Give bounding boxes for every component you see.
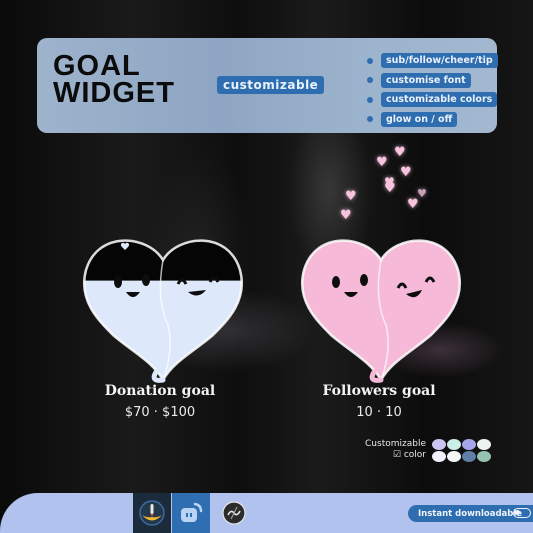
feature-item: customise font bbox=[367, 71, 498, 91]
feature-item: glow on / off bbox=[367, 110, 498, 130]
feature-list: sub/follow/cheer/tip customise font cust… bbox=[367, 51, 498, 129]
streamlabs-button[interactable] bbox=[133, 493, 171, 533]
donation-goal-value: $70 · $100 bbox=[124, 405, 196, 420]
heart-particle-icon: ♥ bbox=[394, 145, 406, 160]
color-swatches bbox=[432, 439, 491, 463]
bullet-icon bbox=[367, 96, 373, 103]
donation-goal-label: Donation goal bbox=[104, 383, 216, 399]
color-swatch[interactable] bbox=[477, 451, 491, 462]
color-swatch[interactable] bbox=[432, 451, 446, 462]
heart-particle-icon: ♥ bbox=[384, 175, 395, 189]
color-swatch[interactable] bbox=[447, 451, 461, 462]
ghost-eye bbox=[114, 276, 122, 288]
obs-button[interactable] bbox=[214, 493, 254, 533]
bullet-icon bbox=[367, 116, 373, 123]
feature-chip: sub/follow/cheer/tip bbox=[381, 53, 498, 69]
header-panel: GOAL WIDGET customizable sub/follow/chee… bbox=[37, 38, 498, 133]
page-title: GOAL WIDGET bbox=[53, 50, 175, 109]
ghost-heart-graphic bbox=[301, 239, 461, 383]
title-line-2: WIDGET bbox=[53, 77, 175, 109]
heart-particle-icon: ♥ bbox=[407, 197, 419, 212]
bullet-icon bbox=[367, 57, 373, 64]
streamelements-icon bbox=[181, 502, 203, 522]
followers-goal-label: Followers goal bbox=[322, 383, 436, 399]
heart-particle-icon: ♥ bbox=[400, 165, 412, 180]
streamlabs-rocket-icon bbox=[139, 500, 165, 526]
customizable-badge: customizable bbox=[217, 76, 325, 94]
obs-icon bbox=[222, 501, 246, 525]
donation-goal-widget bbox=[78, 230, 248, 385]
feature-chip: customise font bbox=[381, 72, 471, 88]
ghost-heart-graphic bbox=[83, 239, 243, 383]
color-swatch[interactable] bbox=[432, 439, 446, 450]
heart-particle-icon: ♥ bbox=[376, 155, 388, 170]
instant-downloadable-label: Instant downloadable bbox=[418, 508, 523, 519]
toggle-icon[interactable] bbox=[513, 508, 531, 518]
ghost-eye bbox=[142, 274, 150, 286]
feature-item: customizable colors bbox=[367, 90, 498, 110]
feature-chip: glow on / off bbox=[381, 111, 458, 127]
customizable-color-note: Customizable ☑ color bbox=[364, 439, 426, 461]
instant-downloadable-badge[interactable]: Instant downloadable bbox=[408, 505, 533, 522]
feature-item: sub/follow/cheer/tip bbox=[367, 51, 498, 71]
followers-goal-value: 10 · 10 bbox=[356, 405, 402, 420]
heart-particle-icon: ♥ bbox=[340, 208, 352, 223]
title-line-1: GOAL bbox=[53, 50, 141, 82]
followers-goal-widget bbox=[296, 230, 466, 385]
heart-particle-icon: ♥ bbox=[345, 189, 357, 204]
goal-progress-fill bbox=[84, 280, 242, 381]
color-swatch[interactable] bbox=[462, 439, 476, 450]
color-swatch[interactable] bbox=[477, 439, 491, 450]
customizable-text: Customizable bbox=[365, 439, 426, 449]
checkbox-icon: ☑ bbox=[392, 450, 401, 460]
feature-chip: customizable colors bbox=[381, 92, 498, 108]
color-text: color bbox=[403, 450, 426, 460]
bottom-bar: Instant downloadable bbox=[0, 493, 533, 533]
ghost-eye bbox=[332, 276, 340, 288]
color-swatch[interactable] bbox=[462, 451, 476, 462]
ghost-eye bbox=[360, 274, 368, 286]
color-swatch[interactable] bbox=[447, 439, 461, 450]
bullet-icon bbox=[367, 77, 373, 84]
streamelements-button[interactable] bbox=[172, 493, 210, 533]
